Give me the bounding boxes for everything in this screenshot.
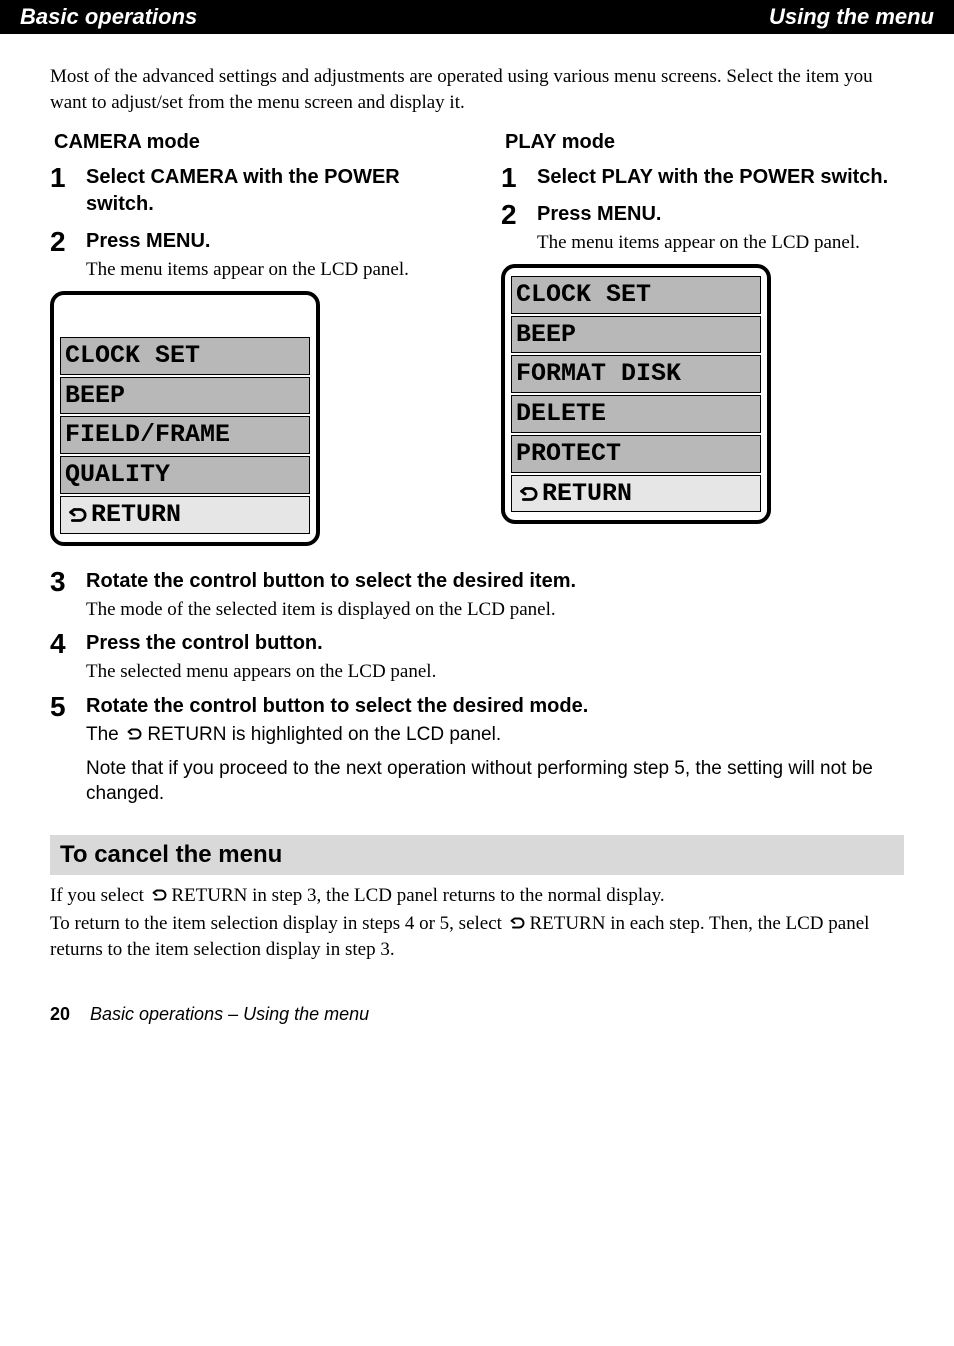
step-3: 3 Rotate the control button to select th… [50,568,904,623]
cancel-p2: To return to the item selection display … [50,911,904,962]
camera-mode-title: CAMERA mode [50,129,453,156]
return-icon [149,885,167,906]
camera-step2-title: Press MENU. [86,228,453,255]
step3-body: The mode of the selected item is display… [86,597,904,623]
return-icon [507,913,525,934]
menu-item-return: RETURN [60,496,310,534]
header-left: Basic operations [20,4,197,29]
step4-title: Press the control button. [86,630,904,657]
step-4: 4 Press the control button. The selected… [50,630,904,685]
step-5: 5 Rotate the control button to select th… [50,693,904,748]
menu-item-clock-set: CLOCK SET [511,276,761,314]
return-icon [124,724,142,745]
camera-step2-body: The menu items appear on the LCD panel. [86,257,453,283]
play-step-1: 1 Select PLAY with the POWER switch. [501,164,904,193]
intro-text: Most of the advanced settings and adjust… [50,64,904,115]
menu-item-quality: QUALITY [60,456,310,494]
step5-title: Rotate the control button to select the … [86,693,904,720]
step-number: 4 [50,630,86,685]
play-mode-title: PLAY mode [501,129,904,156]
play-menu-box: CLOCK SET BEEP FORMAT DISK DELETE PROTEC… [501,264,771,525]
menu-item-protect: PROTECT [511,435,761,473]
menu-item-beep: BEEP [60,377,310,415]
play-step2-body: The menu items appear on the LCD panel. [537,230,904,256]
step4-body: The selected menu appears on the LCD pan… [86,659,904,685]
step-number: 5 [50,693,86,748]
step-number: 3 [50,568,86,623]
menu-item-beep: BEEP [511,316,761,354]
camera-step1-title: Select CAMERA with the POWER switch. [86,164,453,218]
menu-item-field-frame: FIELD/FRAME [60,416,310,454]
step3-title: Rotate the control button to select the … [86,568,904,595]
menu-item-return: RETURN [511,475,761,513]
camera-menu-box: CLOCK SET BEEP FIELD/FRAME QUALITY RETUR… [50,291,320,546]
menu-item-format-disk: FORMAT DISK [511,355,761,393]
page-footer: 20 Basic operations – Using the menu [50,1004,904,1025]
step-number: 2 [50,228,86,283]
step-number: 2 [501,201,537,256]
play-step1-title: Select PLAY with the POWER switch. [537,164,904,191]
page-number: 20 [50,1004,90,1025]
cancel-p1: If you select RETURN in step 3, the LCD … [50,883,904,909]
return-icon [516,483,538,505]
page-header: Basic operations Using the menu [0,0,954,34]
step5-body: The RETURN is highlighted on the LCD pan… [86,722,904,748]
menu-item-delete: DELETE [511,395,761,433]
return-icon [65,504,87,526]
cancel-heading: To cancel the menu [50,835,904,875]
camera-step-2: 2 Press MENU. The menu items appear on t… [50,228,453,283]
camera-mode-column: CAMERA mode 1 Select CAMERA with the POW… [50,129,453,559]
menu-item-clock-set: CLOCK SET [60,337,310,375]
footer-label: Basic operations – Using the menu [90,1004,369,1025]
camera-step-1: 1 Select CAMERA with the POWER switch. [50,164,453,220]
play-step-2: 2 Press MENU. The menu items appear on t… [501,201,904,256]
header-right: Using the menu [769,4,934,30]
step5-note: Note that if you proceed to the next ope… [86,756,904,807]
step-number: 1 [501,164,537,193]
play-step2-title: Press MENU. [537,201,904,228]
play-mode-column: PLAY mode 1 Select PLAY with the POWER s… [501,129,904,559]
step-number: 1 [50,164,86,220]
